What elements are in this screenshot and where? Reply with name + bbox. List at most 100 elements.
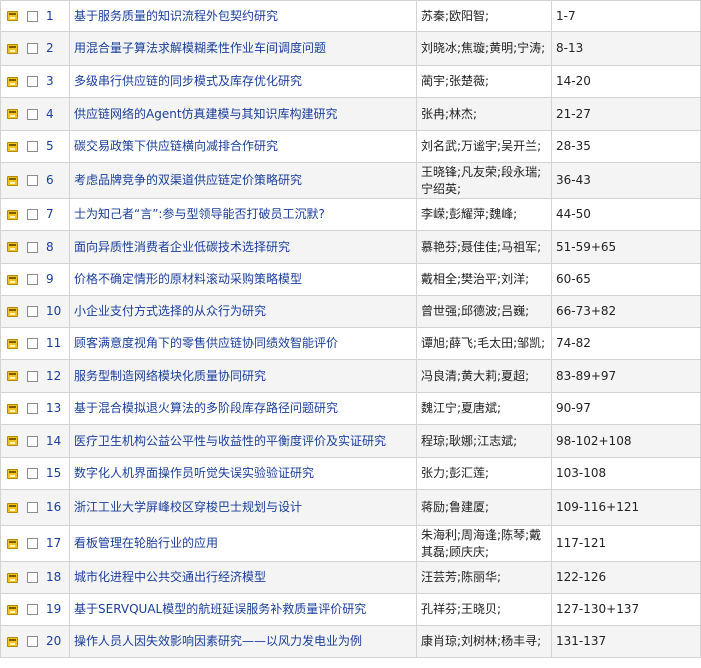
download-icon[interactable]: [7, 11, 18, 21]
row-checkbox[interactable]: [27, 43, 38, 54]
article-title-cell: 碳交易政策下供应链横向减排合作研究: [69, 130, 417, 163]
article-title-link[interactable]: 顾客满意度视角下的零售供应链协同绩效智能评价: [74, 336, 338, 350]
authors-cell: 苏秦;欧阳智;: [416, 0, 552, 32]
table-row: 8 面向异质性消费者企业低碳技术选择研究 慕艳芬;聂佳佳;马祖军; 51-59+65: [0, 230, 701, 264]
article-title-link[interactable]: 城市化进程中公共交通出行经济模型: [74, 570, 266, 584]
download-icon[interactable]: [7, 306, 18, 317]
article-title-link[interactable]: 基于服务质量的知识流程外包契约研究: [74, 9, 278, 23]
pages-cell: 36-43: [551, 162, 701, 199]
download-icon[interactable]: [7, 338, 18, 349]
download-icon[interactable]: [7, 502, 18, 513]
authors-cell: 孔祥芬;王晓贝;: [416, 593, 552, 626]
article-title-link[interactable]: 面向异质性消费者企业低碳技术选择研究: [74, 240, 290, 254]
article-title-cell: 操作人员人因失效影响因素研究——以风力发电业为例: [69, 625, 417, 658]
row-controls: 20: [0, 625, 70, 658]
download-icon[interactable]: [7, 436, 18, 446]
article-title-link[interactable]: 数字化人机界面操作员听觉失误实验验证研究: [74, 466, 314, 480]
download-icon[interactable]: [7, 636, 18, 647]
row-number: 5: [46, 139, 54, 153]
article-title-link[interactable]: 多级串行供应链的同步模式及库存优化研究: [74, 74, 302, 88]
table-row: 20 操作人员人因失效影响因素研究——以风力发电业为例 康肖琼;刘树林;杨丰寻; 13…: [0, 625, 701, 658]
pages-cell: 122-126: [551, 561, 701, 594]
download-icon[interactable]: [7, 141, 18, 152]
row-checkbox[interactable]: [27, 604, 38, 615]
table-row: 10 小企业支付方式选择的从众行为研究 曾世强;邱德波;吕巍; 66-73+82: [0, 295, 701, 328]
download-icon[interactable]: [7, 175, 18, 186]
download-icon[interactable]: [7, 209, 18, 220]
row-checkbox[interactable]: [27, 76, 38, 87]
article-title-link[interactable]: 考虑品牌竞争的双渠道供应链定价策略研究: [74, 173, 302, 187]
article-title-link[interactable]: 用混合量子算法求解模糊柔性作业车间调度问题: [74, 41, 326, 55]
pages-cell: 109-116+121: [551, 489, 701, 526]
row-checkbox[interactable]: [27, 338, 38, 349]
row-number: 7: [46, 207, 54, 221]
row-checkbox[interactable]: [27, 274, 38, 285]
authors-cell: 王晓锋;凡友荣;段永瑞;宁绍英;: [416, 162, 552, 199]
pages-cell: 60-65: [551, 263, 701, 296]
pages-cell: 117-121: [551, 525, 701, 562]
authors-cell: 李嵘;彭耀萍;魏峰;: [416, 198, 552, 231]
download-icon[interactable]: [7, 403, 18, 414]
row-checkbox[interactable]: [27, 636, 38, 647]
article-title-link[interactable]: 医疗卫生机构公益公平性与收益性的平衡度评价及实证研究: [74, 434, 386, 448]
row-number: 2: [46, 41, 54, 55]
pages-cell: 44-50: [551, 198, 701, 231]
download-icon[interactable]: [7, 274, 18, 285]
article-title-link[interactable]: 操作人员人因失效影响因素研究——以风力发电业为例: [74, 634, 362, 648]
row-checkbox[interactable]: [27, 572, 38, 583]
article-title-cell: 基于服务质量的知识流程外包契约研究: [69, 0, 417, 32]
row-checkbox[interactable]: [27, 403, 38, 414]
article-title-cell: 顾客满意度视角下的零售供应链协同绩效智能评价: [69, 327, 417, 360]
download-icon[interactable]: [7, 371, 18, 381]
article-title-link[interactable]: 供应链网络的Agent仿真建模与其知识库构建研究: [74, 107, 338, 121]
row-checkbox[interactable]: [27, 141, 38, 152]
row-controls: 8: [0, 230, 70, 264]
download-icon[interactable]: [7, 538, 18, 549]
article-title-link[interactable]: 士为知己者“言”:参与型领导能否打破员工沉默?: [74, 207, 325, 221]
row-controls: 14: [0, 424, 70, 458]
row-controls: 16: [0, 489, 70, 526]
pages-cell: 28-35: [551, 130, 701, 163]
row-checkbox[interactable]: [27, 241, 38, 253]
article-title-link[interactable]: 看板管理在轮胎行业的应用: [74, 536, 218, 550]
pages-cell: 90-97: [551, 392, 701, 425]
article-title-link[interactable]: 小企业支付方式选择的从众行为研究: [74, 304, 266, 318]
article-title-cell: 基于混合模拟退火算法的多阶段库存路径问题研究: [69, 392, 417, 425]
article-title-cell: 面向异质性消费者企业低碳技术选择研究: [69, 230, 417, 264]
row-number: 3: [46, 74, 54, 88]
article-title-link[interactable]: 价格不确定情形的原材料滚动采购策略模型: [74, 272, 302, 286]
table-row: 7 士为知己者“言”:参与型领导能否打破员工沉默? 李嵘;彭耀萍;魏峰; 44-50: [0, 198, 701, 231]
row-controls: 9: [0, 263, 70, 296]
row-checkbox[interactable]: [27, 10, 38, 22]
row-checkbox[interactable]: [27, 468, 38, 479]
row-number: 1: [46, 8, 54, 23]
download-icon[interactable]: [7, 604, 18, 615]
download-icon[interactable]: [7, 242, 18, 252]
row-number: 15: [46, 466, 62, 480]
download-icon[interactable]: [7, 572, 18, 583]
row-checkbox[interactable]: [27, 306, 38, 317]
row-controls: 2: [0, 31, 70, 66]
pages-cell: 51-59+65: [551, 230, 701, 264]
article-title-link[interactable]: 浙江工业大学屏峰校区穿梭巴士规划与设计: [74, 500, 302, 514]
download-icon[interactable]: [7, 76, 18, 87]
table-row: 13 基于混合模拟退火算法的多阶段库存路径问题研究 魏江宁;夏唐斌; 90-97: [0, 392, 701, 425]
article-title-link[interactable]: 基于混合模拟退火算法的多阶段库存路径问题研究: [74, 401, 338, 415]
row-number: 17: [46, 536, 62, 550]
row-checkbox[interactable]: [27, 209, 38, 220]
row-checkbox[interactable]: [27, 435, 38, 447]
article-title-link[interactable]: 服务型制造网络模块化质量协同研究: [74, 369, 266, 383]
article-title-cell: 看板管理在轮胎行业的应用: [69, 525, 417, 562]
row-checkbox[interactable]: [27, 175, 38, 186]
article-title-link[interactable]: 基于SERVQUAL模型的航班延误服务补救质量评价研究: [74, 602, 366, 616]
row-checkbox[interactable]: [27, 538, 38, 549]
article-title-link[interactable]: 碳交易政策下供应链横向减排合作研究: [74, 139, 278, 153]
download-icon[interactable]: [7, 109, 18, 119]
row-checkbox[interactable]: [27, 502, 38, 513]
download-icon[interactable]: [7, 468, 18, 479]
authors-cell: 冯良清;黄大莉;夏超;: [416, 359, 552, 393]
download-icon[interactable]: [7, 43, 18, 54]
table-row: 16 浙江工业大学屏峰校区穿梭巴士规划与设计 蒋励;鲁建厦; 109-116+121: [0, 489, 701, 526]
row-checkbox[interactable]: [27, 370, 38, 382]
row-checkbox[interactable]: [27, 108, 38, 120]
